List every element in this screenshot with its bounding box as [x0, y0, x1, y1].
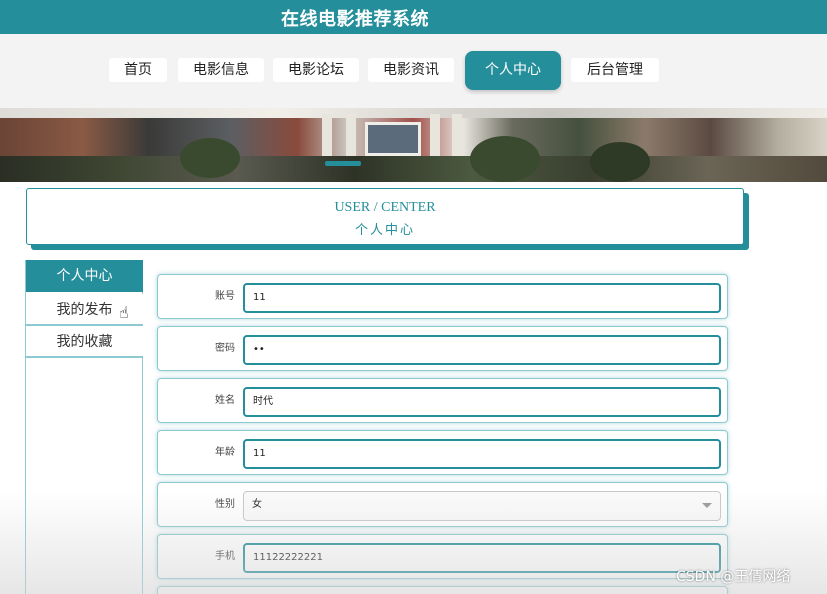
hand-cursor-icon: ☝ — [119, 303, 129, 322]
banner-door — [365, 122, 421, 156]
phone-input[interactable]: 11122222221 — [243, 543, 721, 573]
nav-admin[interactable]: 后台管理 — [571, 58, 659, 82]
form-row-next — [157, 586, 728, 594]
form-row-age: 年龄 11 — [157, 430, 728, 475]
page-title-en: USER / CENTER — [334, 200, 436, 215]
form-row-gender: 性别 女 — [157, 482, 728, 527]
account-input[interactable]: 11 — [243, 283, 721, 313]
name-label: 姓名 — [215, 395, 235, 406]
banner-pillar — [322, 114, 332, 158]
form-row-phone: 手机 11122222221 — [157, 534, 728, 579]
nav-home[interactable]: 首页 — [109, 58, 167, 82]
carousel-indicator[interactable] — [325, 161, 361, 166]
name-input[interactable]: 时代 — [243, 387, 721, 417]
form-row-name: 姓名 时代 — [157, 378, 728, 423]
page-title-box: USER / CENTER 个人中心 — [26, 188, 744, 245]
banner-tree — [590, 142, 650, 182]
account-label: 账号 — [215, 291, 235, 302]
gender-select[interactable]: 女 — [243, 491, 721, 521]
banner-carousel[interactable] — [0, 108, 827, 182]
sidebar-item-user-center[interactable]: 个人中心 — [26, 260, 143, 292]
sidebar-item-my-favorites[interactable]: 我的收藏 — [26, 326, 143, 358]
banner-pillar — [346, 114, 356, 158]
form-row-account: 账号 11 — [157, 274, 728, 319]
gender-select-value: 女 — [252, 499, 262, 510]
password-input[interactable]: •• — [243, 335, 721, 365]
nav-user-center[interactable]: 个人中心 — [465, 51, 561, 90]
top-header-bar: 在线电影推荐系统 — [0, 0, 827, 34]
banner-pillar — [452, 114, 462, 158]
gender-label: 性别 — [215, 499, 235, 510]
banner-sky — [0, 108, 827, 118]
banner-tree — [470, 136, 540, 182]
main-nav: 首页 电影信息 电影论坛 电影资讯 个人中心 后台管理 — [0, 34, 827, 108]
page-title-cn: 个人中心 — [354, 223, 415, 238]
nav-movie-news[interactable]: 电影资讯 — [368, 58, 454, 82]
phone-label: 手机 — [215, 551, 235, 562]
password-label: 密码 — [215, 343, 235, 354]
banner-tree — [180, 138, 240, 178]
form-row-password: 密码 •• — [157, 326, 728, 371]
age-label: 年龄 — [215, 447, 235, 458]
nav-movie-forum[interactable]: 电影论坛 — [273, 58, 359, 82]
site-title: 在线电影推荐系统 — [281, 9, 429, 30]
chevron-down-icon — [702, 503, 712, 508]
banner-ground — [0, 156, 827, 182]
age-input[interactable]: 11 — [243, 439, 721, 469]
nav-movie-info[interactable]: 电影信息 — [178, 58, 264, 82]
banner-pillar — [430, 114, 440, 158]
watermark: CSDN @王倩网络 — [676, 569, 791, 585]
